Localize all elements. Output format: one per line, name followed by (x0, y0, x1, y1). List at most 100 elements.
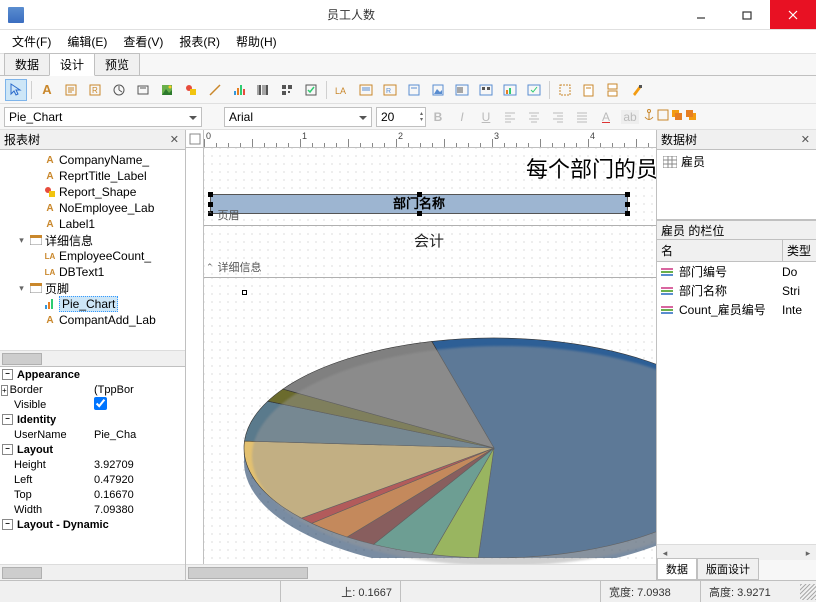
tree-node[interactable]: ALabel1 (2, 216, 183, 232)
col-name-header[interactable]: 名 (657, 240, 782, 261)
line-tool-button[interactable] (204, 79, 226, 101)
db2dbarcode-tool-button[interactable] (475, 79, 497, 101)
image-tool-button[interactable] (156, 79, 178, 101)
bring-front-button[interactable] (670, 108, 684, 125)
align-justify-button[interactable] (571, 107, 593, 127)
prop-row[interactable]: Visible (0, 397, 185, 412)
menu-edit[interactable]: 编辑(E) (59, 31, 115, 52)
tree-node[interactable]: Report_Shape (2, 184, 183, 200)
canvas-hscrollbar[interactable] (186, 564, 656, 580)
align-right-button[interactable] (547, 107, 569, 127)
report-tree[interactable]: ACompanyName_AReprtTitle_LabelReport_Sha… (0, 150, 185, 330)
resize-grip-icon[interactable] (800, 584, 816, 600)
tree-hscrollbar[interactable] (0, 350, 185, 366)
header-bar[interactable]: 部门名称 (210, 194, 628, 214)
menu-view[interactable]: 查看(V) (115, 31, 171, 52)
2dbarcode-tool-button[interactable] (276, 79, 298, 101)
prop-row[interactable]: Width7.09380 (0, 502, 185, 517)
sysvar-tool-button[interactable] (108, 79, 130, 101)
field-item[interactable]: 部门名称Stri (657, 281, 816, 300)
menu-help[interactable]: 帮助(H) (228, 31, 285, 52)
menu-file[interactable]: 文件(F) (4, 31, 59, 52)
menu-report[interactable]: 报表(R) (171, 31, 228, 52)
band-collapse-icon[interactable]: ⌃ (206, 262, 214, 273)
region-tool-button[interactable] (554, 79, 576, 101)
prop-group[interactable]: −Appearance (0, 367, 185, 382)
design-canvas[interactable]: 012345 每个部门的员 部门名称 ⌃页眉 会计 ⌃详 (186, 130, 656, 580)
band-collapse-icon[interactable]: ⌃ (206, 210, 214, 221)
align-left-button[interactable] (499, 107, 521, 127)
prop-row[interactable]: Height3.92709 (0, 457, 185, 472)
tree-node[interactable]: AReprtTitle_Label (2, 168, 183, 184)
select-tool-button[interactable] (5, 79, 27, 101)
tree-node[interactable]: LAEmployeeCount_ (2, 248, 183, 264)
pagebreak-tool-button[interactable] (602, 79, 624, 101)
tree-node[interactable]: LADBText1 (2, 264, 183, 280)
shape-tool-button[interactable] (180, 79, 202, 101)
tree-node[interactable]: ANoEmployee_Lab (2, 200, 183, 216)
field-item[interactable]: 部门编号Do (657, 262, 816, 281)
dbtext-tool-button[interactable]: LA (331, 79, 353, 101)
bottom-tab-layout[interactable]: 版面设计 (697, 558, 759, 580)
barcode-tool-button[interactable] (252, 79, 274, 101)
prop-row[interactable]: +Border(TppBor (0, 382, 185, 397)
label-tool-button[interactable]: A (36, 79, 58, 101)
dbmemo-tool-button[interactable] (355, 79, 377, 101)
prop-group[interactable]: −Identity (0, 412, 185, 427)
align-center-button[interactable] (523, 107, 545, 127)
bottom-tab-data[interactable]: 数据 (657, 558, 697, 580)
report-tree-close-icon[interactable]: ✕ (168, 133, 181, 146)
variable-tool-button[interactable] (132, 79, 154, 101)
prop-row[interactable]: UserNamePie_Cha (0, 427, 185, 442)
data-tree-close-icon[interactable]: ✕ (799, 133, 812, 146)
dbbarcode-tool-button[interactable] (451, 79, 473, 101)
pie-chart[interactable] (234, 298, 656, 561)
checkbox-tool-button[interactable] (300, 79, 322, 101)
dbteechart-tool-button[interactable] (499, 79, 521, 101)
detail-text[interactable]: 会计 (414, 230, 444, 251)
send-back-button[interactable] (684, 108, 698, 125)
anchors-button[interactable] (642, 108, 656, 125)
tree-node[interactable]: Pie_Chart (2, 296, 183, 312)
tree-node[interactable]: ▾页脚 (2, 280, 183, 296)
prop-row[interactable]: Left0.47920 (0, 472, 185, 487)
border-button[interactable] (656, 108, 670, 125)
close-button[interactable] (770, 0, 816, 29)
props-hscrollbar[interactable] (0, 564, 185, 580)
report-title-text[interactable]: 每个部门的员 (526, 152, 656, 184)
teechart-tool-button[interactable] (228, 79, 250, 101)
tab-data[interactable]: 数据 (4, 53, 50, 75)
tree-node[interactable]: ACompantAdd_Lab (2, 312, 183, 328)
richtext-tool-button[interactable]: R (84, 79, 106, 101)
fields-list[interactable]: 部门编号Do部门名称StriCount_雇员编号Inte (657, 262, 816, 544)
minimize-button[interactable] (678, 0, 724, 29)
highlight-button[interactable]: ab (619, 107, 641, 127)
bold-button[interactable]: B (427, 107, 449, 127)
property-grid[interactable]: −Appearance+Border(TppBorVisible−Identit… (0, 367, 185, 532)
ruler-origin-icon[interactable] (186, 130, 204, 148)
italic-button[interactable]: I (451, 107, 473, 127)
object-combo[interactable]: Pie_Chart (4, 107, 202, 127)
memo-tool-button[interactable] (60, 79, 82, 101)
dbrichtext-tool-button[interactable]: R (379, 79, 401, 101)
tab-design[interactable]: 设计 (49, 53, 95, 76)
dataset-item[interactable]: 雇员 (659, 152, 814, 171)
dbcalc-tool-button[interactable] (403, 79, 425, 101)
prop-group[interactable]: −Layout (0, 442, 185, 457)
paintbox-tool-button[interactable] (626, 79, 648, 101)
subreport-tool-button[interactable] (578, 79, 600, 101)
tab-preview[interactable]: 预览 (94, 53, 140, 75)
underline-button[interactable]: U (475, 107, 497, 127)
tree-node[interactable]: ACompanyName_ (2, 152, 183, 168)
prop-row[interactable]: Top0.16670 (0, 487, 185, 502)
col-type-header[interactable]: 类型 (782, 240, 816, 261)
tree-node[interactable]: ▾详细信息 (2, 232, 183, 248)
dbimage-tool-button[interactable] (427, 79, 449, 101)
font-name-combo[interactable]: Arial (224, 107, 372, 127)
font-size-spin[interactable]: 20 (376, 107, 426, 127)
prop-group[interactable]: −Layout - Dynamic (0, 517, 185, 532)
font-color-button[interactable]: A (595, 107, 617, 127)
dbcheckbox-tool-button[interactable] (523, 79, 545, 101)
maximize-button[interactable] (724, 0, 770, 29)
field-item[interactable]: Count_雇员编号Inte (657, 300, 816, 319)
